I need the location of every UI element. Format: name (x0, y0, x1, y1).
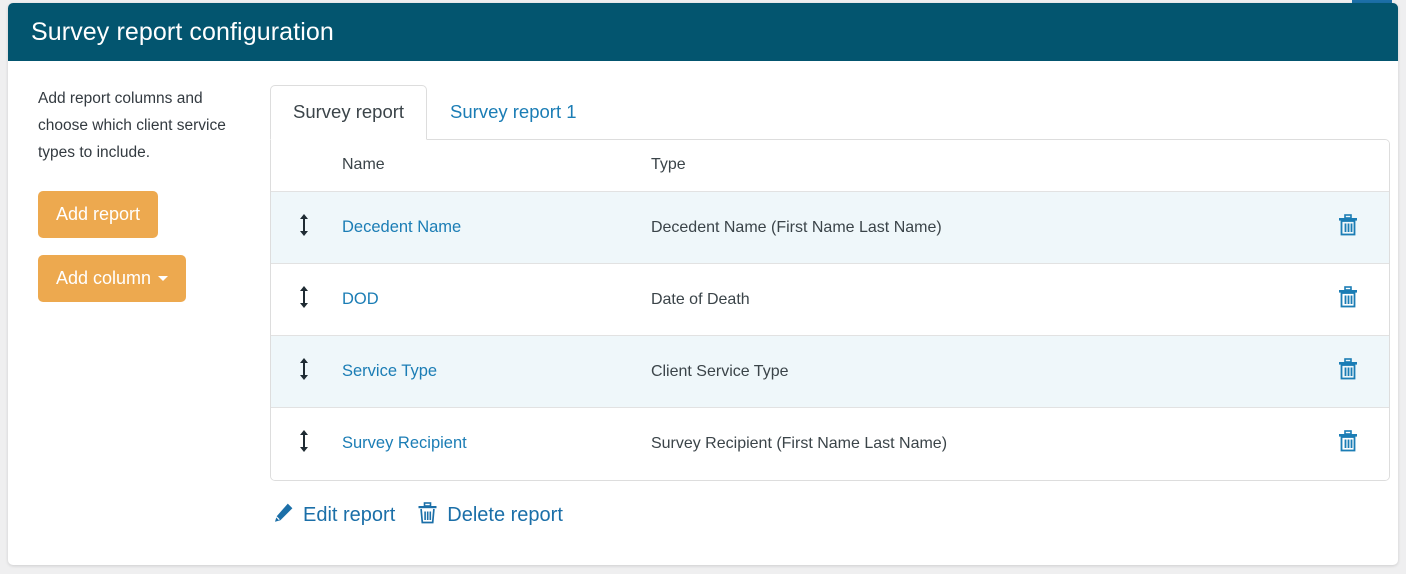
table-row: Decedent Name Decedent Name (First Name … (271, 191, 1389, 264)
edit-report-link[interactable]: Edit report (273, 502, 395, 529)
delete-row-button[interactable] (1338, 358, 1358, 380)
delete-row-button[interactable] (1338, 214, 1358, 236)
row-type-cell: Date of Death (650, 263, 1319, 336)
trash-icon (1338, 214, 1357, 236)
row-type-cell: Client Service Type (650, 335, 1319, 408)
report-columns-table-container: Name Type Decedent Name Decedent Name (F… (270, 139, 1390, 481)
row-type-cell: Survey Recipient (First Name Last Name) (650, 407, 1319, 480)
table-row: Survey Recipient Survey Recipient (First… (271, 407, 1389, 480)
row-delete-cell (1319, 335, 1389, 408)
row-drag-cell[interactable] (271, 407, 321, 480)
delete-row-button[interactable] (1338, 430, 1358, 452)
row-name-cell: Survey Recipient (321, 407, 651, 480)
report-columns-table: Name Type Decedent Name Decedent Name (F… (271, 140, 1389, 480)
row-delete-cell (1319, 407, 1389, 480)
sidebar-description: Add report columns and choose which clie… (38, 90, 226, 161)
row-delete-cell (1319, 263, 1389, 336)
column-name-link[interactable]: DOD (342, 290, 379, 308)
add-report-button[interactable]: Add report (38, 191, 159, 238)
table-row: Service Type Client Service Type (271, 335, 1389, 408)
column-header-delete (1319, 140, 1389, 192)
table-body: Decedent Name Decedent Name (First Name … (271, 191, 1389, 480)
row-name-cell: Service Type (321, 335, 651, 408)
row-name-cell: DOD (321, 263, 651, 336)
table-head: Name Type (271, 140, 1389, 192)
add-column-button[interactable]: Add column (38, 255, 187, 302)
column-name-link[interactable]: Survey Recipient (342, 434, 467, 452)
column-header-type: Type (650, 140, 1319, 192)
row-drag-cell[interactable] (271, 263, 321, 336)
delete-report-link[interactable]: Delete report (417, 501, 563, 530)
add-column-label: Add column (56, 268, 152, 288)
chevron-down-icon (158, 276, 169, 281)
tab-survey-report-1-label: Survey report 1 (450, 101, 577, 122)
tab-survey-report-label: Survey report (293, 101, 405, 122)
column-name-link[interactable]: Decedent Name (342, 218, 461, 236)
drag-handle-updown-icon[interactable] (298, 213, 310, 237)
drag-handle-updown-icon[interactable] (298, 429, 310, 453)
report-content: Survey report Survey report 1 Name Type (270, 85, 1398, 530)
add-report-label: Add report (56, 204, 141, 224)
drag-handle-updown-icon[interactable] (298, 285, 310, 309)
row-delete-cell (1319, 192, 1389, 264)
tab-survey-report-1[interactable]: Survey report 1 (427, 85, 599, 140)
trash-icon (1338, 430, 1357, 452)
trash-icon (1338, 358, 1357, 380)
row-name-cell: Decedent Name (321, 192, 651, 264)
trash-icon (417, 501, 438, 530)
page-title: Survey report configuration (31, 17, 334, 46)
edit-report-label: Edit report (303, 504, 396, 526)
panel-header: Survey report configuration (8, 3, 1398, 61)
trash-icon (1338, 286, 1357, 308)
report-actions: Edit report Delete report (270, 501, 1390, 530)
sidebar: Add report columns and choose which clie… (8, 85, 270, 530)
row-drag-cell[interactable] (271, 192, 321, 264)
column-name-link[interactable]: Service Type (342, 362, 437, 380)
report-tabs: Survey report Survey report 1 (270, 85, 1390, 140)
delete-row-button[interactable] (1338, 286, 1358, 308)
row-type-cell: Decedent Name (First Name Last Name) (650, 218, 942, 236)
row-drag-cell[interactable] (271, 335, 321, 408)
panel-body: Add report columns and choose which clie… (8, 61, 1398, 530)
drag-handle-updown-icon[interactable] (298, 357, 310, 381)
table-header-row: Name Type (271, 140, 1389, 192)
survey-report-configuration-panel: Survey report configuration Add report c… (8, 3, 1398, 565)
table-row: DOD Date of Death (271, 263, 1389, 336)
pencil-icon (273, 502, 294, 529)
column-header-handle (271, 140, 321, 192)
column-header-name: Name (321, 140, 651, 192)
tab-survey-report[interactable]: Survey report (270, 85, 428, 140)
delete-report-label: Delete report (447, 504, 563, 526)
